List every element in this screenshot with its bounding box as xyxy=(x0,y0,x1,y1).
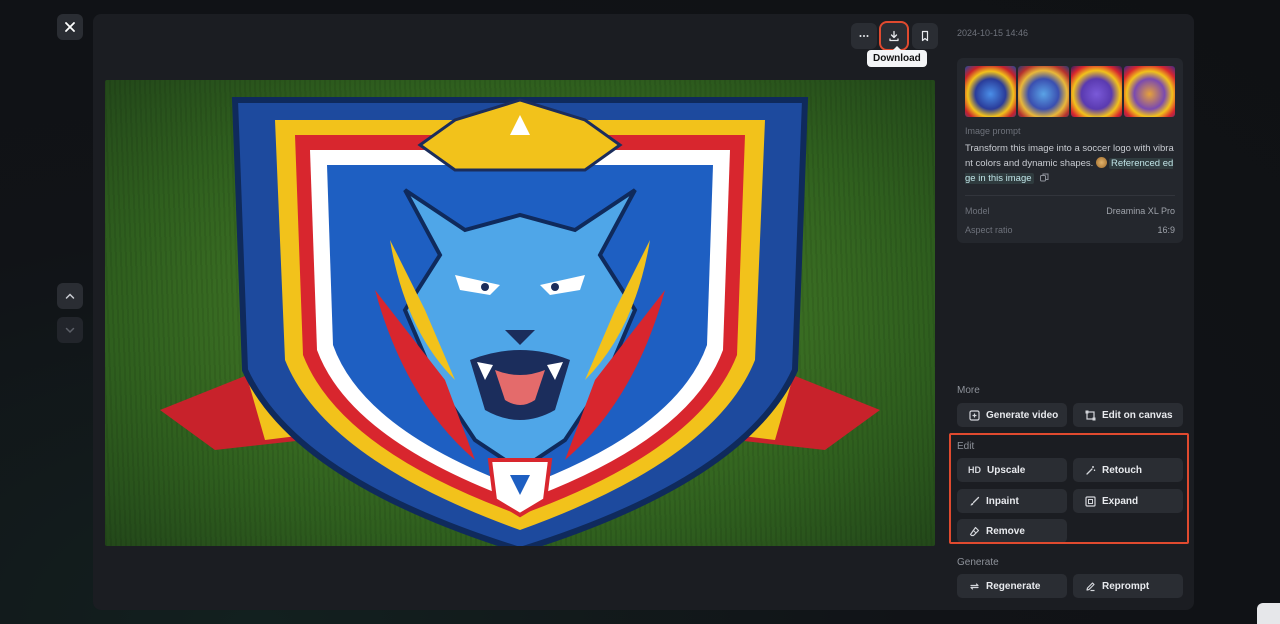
thumbnail-2[interactable] xyxy=(1018,66,1069,117)
model-label: Model xyxy=(965,206,990,216)
thumbnail-3[interactable] xyxy=(1071,66,1122,117)
aspect-ratio-row: Aspect ratio 16:9 xyxy=(965,225,1175,235)
generated-image xyxy=(105,80,935,546)
pencil-icon xyxy=(1084,580,1096,592)
info-card: Image prompt Transform this image into a… xyxy=(957,58,1183,243)
more-options-button[interactable] xyxy=(851,23,877,49)
model-row: Model Dreamina XL Pro xyxy=(965,206,1175,216)
model-value: Dreamina XL Pro xyxy=(1106,206,1175,216)
close-icon xyxy=(65,22,75,32)
download-icon xyxy=(889,30,899,42)
download-tooltip: Download xyxy=(867,50,927,67)
generate-video-label: Generate video xyxy=(986,409,1059,421)
chevron-up-icon xyxy=(65,293,75,299)
next-image-button[interactable] xyxy=(57,317,83,343)
close-button[interactable] xyxy=(57,14,83,40)
regenerate-label: Regenerate xyxy=(986,580,1041,592)
thumbnail-1[interactable] xyxy=(965,66,1016,117)
regenerate-button[interactable]: Regenerate xyxy=(957,574,1067,598)
corner-widget[interactable] xyxy=(1257,603,1280,624)
edit-on-canvas-label: Edit on canvas xyxy=(1102,409,1173,421)
bookmark-button[interactable] xyxy=(912,23,938,49)
chevron-down-icon xyxy=(65,327,75,334)
copy-icon[interactable] xyxy=(1040,173,1049,182)
generate-section-title: Generate xyxy=(957,557,999,568)
aspect-ratio-label: Aspect ratio xyxy=(965,225,1013,235)
previous-image-button[interactable] xyxy=(57,283,83,309)
reprompt-label: Reprompt xyxy=(1102,580,1150,592)
prompt-text: Transform this image into a soccer logo … xyxy=(965,141,1177,186)
thumbnail-strip xyxy=(965,66,1175,117)
more-icon xyxy=(859,35,869,37)
more-section-title: More xyxy=(957,385,980,396)
generate-video-button[interactable]: Generate video xyxy=(957,403,1067,427)
reprompt-button[interactable]: Reprompt xyxy=(1073,574,1183,598)
refresh-icon xyxy=(968,580,980,592)
prompt-label: Image prompt xyxy=(965,126,1021,136)
info-divider xyxy=(965,195,1175,196)
canvas-icon xyxy=(1084,409,1096,421)
bookmark-icon xyxy=(921,30,929,42)
video-plus-icon xyxy=(968,409,980,421)
aspect-ratio-value: 16:9 xyxy=(1157,225,1175,235)
reference-avatar xyxy=(1095,157,1107,168)
thumbnail-4[interactable] xyxy=(1124,66,1175,117)
timestamp: 2024-10-15 14:46 xyxy=(957,28,1029,38)
soccer-crest-illustration xyxy=(160,97,880,546)
edit-section-highlight xyxy=(949,433,1189,544)
edit-on-canvas-button[interactable]: Edit on canvas xyxy=(1073,403,1183,427)
